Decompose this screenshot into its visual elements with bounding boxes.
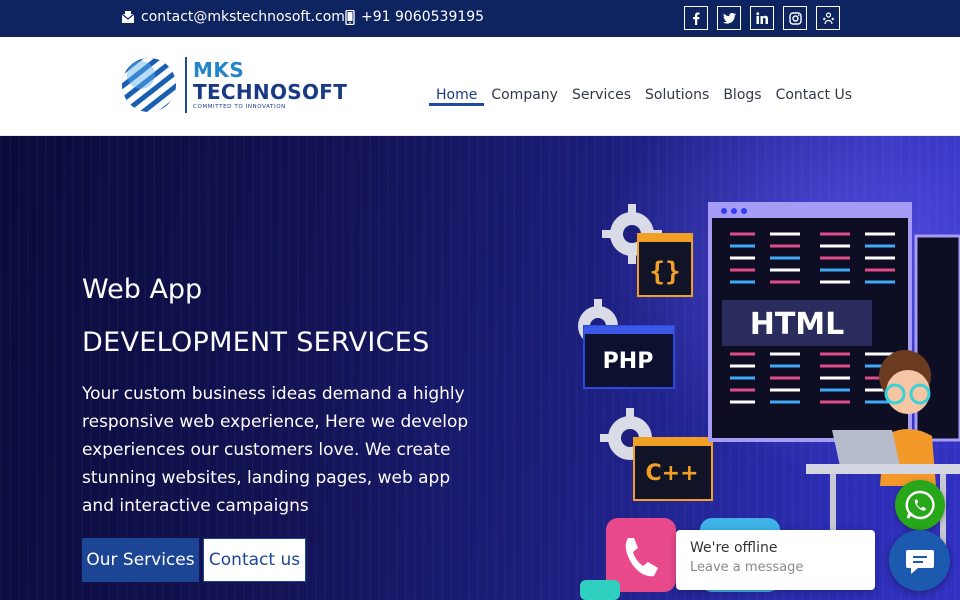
whatsapp-icon bbox=[905, 490, 935, 520]
hero-title-line2: DEVELOPMENT SERVICES bbox=[82, 327, 430, 358]
facebook-icon[interactable] bbox=[684, 6, 708, 30]
main-header: MKS TECHNOSOFT COMMITTED TO INNOVATION H… bbox=[0, 37, 960, 136]
company-logo[interactable]: MKS TECHNOSOFT COMMITTED TO INNOVATION bbox=[121, 57, 347, 113]
hero-description: Your custom business ideas demand a high… bbox=[82, 384, 469, 516]
nav-contact-us[interactable]: Contact Us bbox=[769, 37, 859, 105]
chat-launcher-button[interactable] bbox=[889, 530, 950, 591]
email-contact[interactable]: contact@mkstechnosoft.com bbox=[121, 9, 345, 25]
instagram-icon[interactable] bbox=[783, 6, 807, 30]
envelope-icon bbox=[121, 10, 135, 23]
chat-status-text: We're offline bbox=[690, 540, 778, 556]
people-icon[interactable] bbox=[816, 6, 840, 30]
mobile-phone-icon bbox=[345, 9, 355, 25]
logo-divider bbox=[185, 57, 187, 113]
top-contact-bar: contact@mkstechnosoft.com +91 9060539195 bbox=[0, 0, 960, 37]
twitter-icon[interactable] bbox=[717, 6, 741, 30]
nav-home[interactable]: Home bbox=[429, 37, 485, 106]
offline-chat-message[interactable]: We're offline Leave a message bbox=[676, 530, 875, 590]
svg-text:PHP: PHP bbox=[603, 349, 654, 374]
logo-technosoft: TECHNOSOFT bbox=[193, 79, 348, 104]
linkedin-icon[interactable] bbox=[750, 6, 774, 30]
nav-company[interactable]: Company bbox=[484, 37, 565, 105]
hero-title-line1: Web App bbox=[82, 274, 203, 305]
nav-blogs[interactable]: Blogs bbox=[716, 37, 768, 105]
svg-text:HTML: HTML bbox=[750, 307, 845, 342]
logo-wordmark: MKS TECHNOSOFT COMMITTED TO INNOVATION bbox=[193, 60, 347, 111]
phone-contact[interactable]: +91 9060539195 bbox=[345, 9, 484, 25]
whatsapp-button[interactable] bbox=[895, 480, 945, 530]
our-services-button[interactable]: Our Services bbox=[82, 538, 199, 582]
chat-subtitle-text: Leave a message bbox=[690, 560, 804, 575]
social-links bbox=[684, 6, 840, 30]
phone-text[interactable]: +91 9060539195 bbox=[361, 9, 484, 25]
svg-text:{}: {} bbox=[649, 257, 680, 287]
email-text[interactable]: contact@mkstechnosoft.com bbox=[141, 9, 345, 25]
nav-services[interactable]: Services bbox=[565, 37, 638, 105]
logo-tagline: COMMITTED TO INNOVATION bbox=[193, 103, 286, 110]
contact-us-button[interactable]: Contact us bbox=[203, 538, 306, 582]
nav-solutions[interactable]: Solutions bbox=[638, 37, 716, 105]
globe-logo-icon bbox=[122, 58, 176, 112]
logo-mks: MKS bbox=[193, 57, 245, 82]
chat-icon bbox=[905, 549, 934, 574]
svg-text:C++: C++ bbox=[645, 461, 698, 486]
main-nav: Home Company Services Solutions Blogs Co… bbox=[429, 37, 859, 136]
